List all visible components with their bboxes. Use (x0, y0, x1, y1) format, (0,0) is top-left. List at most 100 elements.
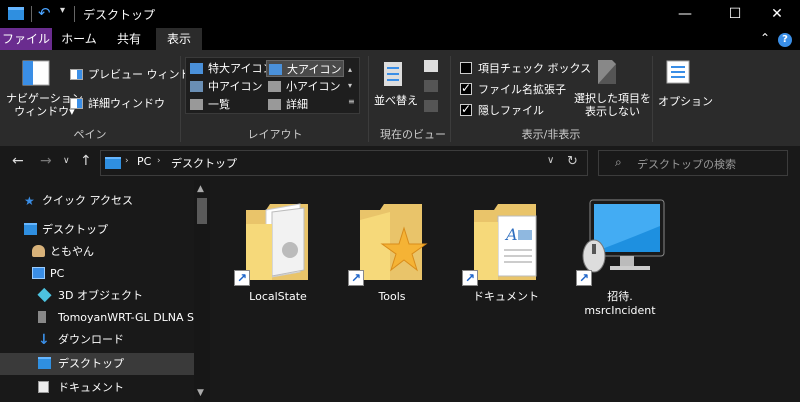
documents-icon (38, 381, 49, 393)
layout-label: 中アイコン (208, 80, 263, 93)
close-button[interactable]: ✕ (754, 0, 800, 28)
file-item[interactable]: A ↗ ドキュメント (460, 190, 552, 320)
layout-scroll-icon[interactable]: ▴ ▾ ≡ (348, 62, 355, 110)
layout-medium-icons[interactable]: 中アイコン (188, 78, 266, 95)
preview-pane-icon (70, 69, 83, 80)
file-item[interactable]: ↗ LocalState (232, 190, 324, 320)
nav-item-3d-objects[interactable]: 3D オブジェクト (0, 285, 194, 307)
options-label: オプション (658, 95, 713, 108)
tab-file[interactable]: ファイル (0, 28, 52, 50)
nav-item-downloads[interactable]: ↓ ダウンロード (0, 329, 194, 351)
nav-item-user[interactable]: ともやん (0, 241, 194, 263)
layout-extra-large-icons[interactable]: 特大アイコン (188, 60, 273, 77)
list-icon (190, 99, 203, 110)
nav-item-label: ともやん (50, 245, 94, 258)
nav-item-pc[interactable]: PC (0, 263, 194, 285)
group-label-show-hide: 表示/非表示 (521, 128, 581, 141)
ribbon: ナビゲーション ウィンドウ▾ プレビュー ウィンドウ 詳細ウィンドウ ペイン 特… (0, 50, 800, 146)
layout-label: 大アイコン (287, 63, 342, 76)
search-box[interactable]: ⌕ デスクトップの検索 (598, 150, 788, 176)
desktop-icon (38, 357, 51, 369)
address-dropdown-icon[interactable]: ∨ (547, 155, 554, 166)
download-icon: ↓ (38, 332, 50, 348)
folder-icon (246, 203, 308, 280)
divider (652, 56, 653, 142)
nav-item-label: ダウンロード (58, 333, 124, 346)
search-icon: ⌕ (615, 155, 622, 169)
medium-icons-icon (190, 81, 203, 92)
address-bar[interactable]: › PC › デスクトップ ∨ ↻ (100, 150, 588, 176)
size-columns-icon[interactable] (424, 100, 438, 112)
user-icon (32, 245, 45, 257)
details-icon (268, 99, 281, 110)
nav-pane-scrollbar[interactable]: ▲ ▼ (194, 180, 210, 402)
breadcrumb-separator-icon: › (157, 156, 161, 166)
folder-icon (360, 204, 428, 280)
file-name: LocalState (249, 290, 307, 303)
item-checkboxes-label: 項目チェック ボックス (478, 62, 592, 75)
sort-label: 並べ替え (374, 94, 418, 107)
layout-details[interactable]: 詳細 (266, 96, 344, 113)
documents-folder-icon: A (474, 204, 537, 280)
desktop-icon (105, 157, 121, 169)
file-extensions-checkbox[interactable] (460, 81, 472, 95)
preview-pane-button[interactable]: プレビュー ウィンドウ (70, 66, 202, 82)
tab-view[interactable]: 表示 (156, 28, 202, 50)
item-checkboxes-checkbox[interactable] (460, 62, 472, 74)
folder-icon (8, 7, 24, 20)
divider (180, 56, 181, 142)
help-icon[interactable]: ? (778, 33, 792, 47)
group-by-icon[interactable] (424, 60, 438, 72)
file-name: 招待. msrcIncident (584, 290, 656, 317)
nav-item-documents[interactable]: ドキュメント (0, 377, 194, 399)
nav-item-dlna-server[interactable]: TomoyanWRT-GL DLNA Serv (0, 307, 194, 329)
divider (368, 56, 369, 142)
recent-locations-icon[interactable]: ∨ (63, 156, 70, 166)
hide-selected-icon (598, 60, 616, 84)
details-pane-icon (70, 98, 83, 109)
minimize-button[interactable]: — (662, 0, 708, 28)
dlna-icon (38, 311, 46, 323)
nav-item-desktop[interactable]: デスクトップ (0, 353, 194, 375)
tab-home[interactable]: ホーム (56, 28, 102, 50)
collapse-ribbon-icon[interactable]: ⌃ (760, 31, 770, 45)
layout-label: 一覧 (208, 98, 230, 111)
layout-list[interactable]: 一覧 (188, 96, 266, 113)
ribbon-tabs: ファイル ホーム 共有 表示 ⌃? (0, 28, 800, 50)
add-columns-icon[interactable] (424, 80, 438, 92)
breadcrumb-desktop[interactable]: デスクトップ (171, 155, 237, 171)
scroll-up-icon[interactable]: ▲ (197, 184, 204, 194)
shortcut-arrow-icon: ↗ (462, 270, 478, 286)
undo-icon[interactable]: ↶ (38, 4, 51, 22)
details-pane-button[interactable]: 詳細ウィンドウ (70, 95, 165, 111)
options-icon (666, 60, 690, 84)
file-item[interactable]: ↗ 招待. msrcIncident (574, 190, 666, 320)
layout-small-icons[interactable]: 小アイコン (266, 78, 344, 95)
layout-label: 小アイコン (286, 80, 341, 93)
group-label-pane: ペイン (73, 128, 107, 141)
file-item[interactable]: ↗ Tools (346, 190, 438, 320)
back-button[interactable]: ← (12, 153, 24, 169)
hidden-items-checkbox[interactable] (460, 102, 472, 116)
layout-label: 詳細 (286, 98, 308, 111)
window-title: デスクトップ (83, 8, 156, 22)
breadcrumb-pc[interactable]: PC (137, 155, 151, 168)
nav-item-label: クイック アクセス (42, 194, 133, 207)
scroll-down-icon[interactable]: ▼ (197, 388, 204, 398)
address-toolbar: ← → ∨ ↑ › PC › デスクトップ ∨ ↻ ⌕ デスクトップの検索 (0, 146, 800, 180)
nav-item-label: 3D オブジェクト (58, 289, 143, 302)
details-pane-label: 詳細ウィンドウ (88, 97, 165, 110)
nav-item-quick-access[interactable]: ★ クイック アクセス (0, 190, 194, 212)
pc-icon (32, 267, 45, 279)
shortcut-arrow-icon: ↗ (576, 270, 592, 286)
maximize-button[interactable]: ☐ (712, 0, 758, 28)
quick-access-dropdown-icon[interactable]: ▾ (60, 5, 65, 16)
nav-item-desktop-root[interactable]: デスクトップ (0, 219, 194, 241)
up-button[interactable]: ↑ (80, 153, 92, 169)
scroll-thumb[interactable] (197, 198, 207, 224)
layout-large-icons[interactable]: 大アイコン (266, 60, 344, 77)
forward-button[interactable]: → (40, 153, 52, 169)
group-label-layout: レイアウト (247, 128, 303, 141)
tab-share[interactable]: 共有 (110, 28, 148, 50)
refresh-icon[interactable]: ↻ (567, 154, 578, 169)
